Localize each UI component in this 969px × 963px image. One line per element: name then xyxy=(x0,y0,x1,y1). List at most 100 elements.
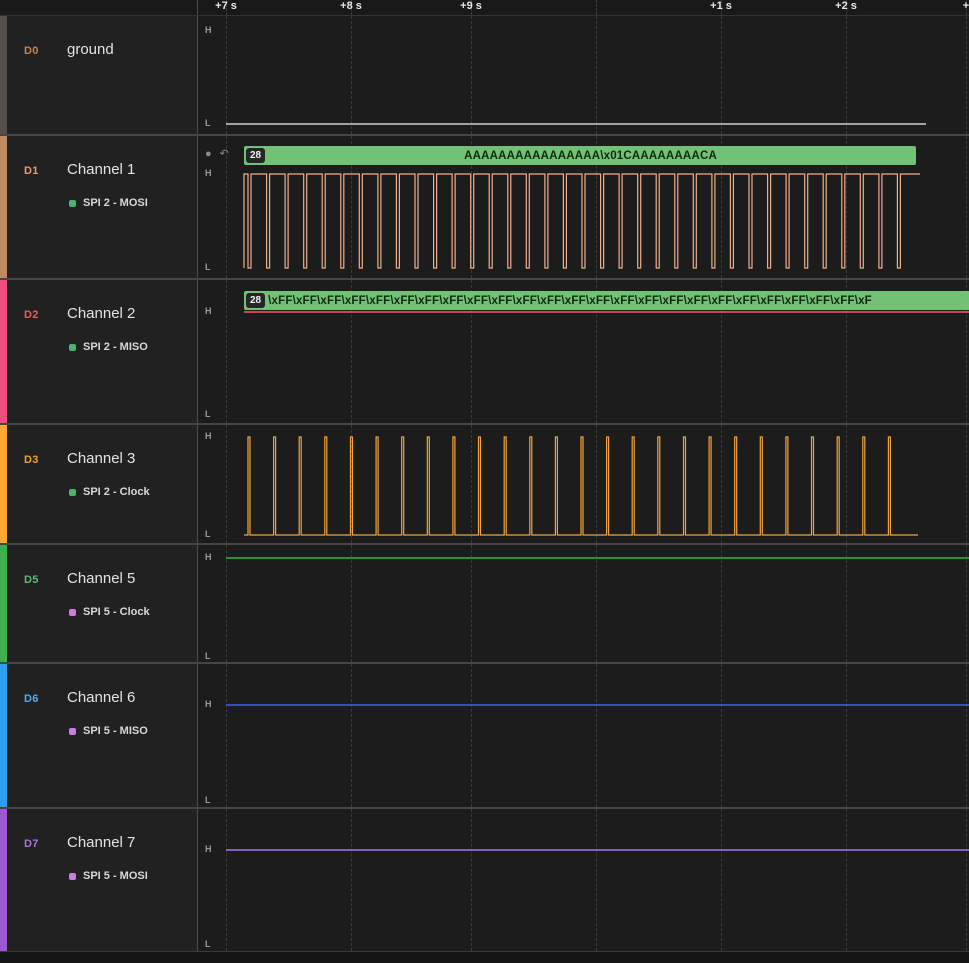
time-gridline xyxy=(596,0,597,15)
channel-accent-strip xyxy=(0,664,7,807)
low-level-label: L xyxy=(205,409,211,420)
analyzer-label: SPI 5 - Clock xyxy=(83,606,150,618)
channel-header-d6[interactable]: D6 Channel 6 SPI 5 - MISO xyxy=(0,664,197,807)
horizontal-scrollbar-area[interactable] xyxy=(0,951,969,963)
timeline-ruler: +7 s +8 s +9 s +1 s +2 s + xyxy=(0,0,969,15)
analyzer-chip[interactable]: SPI 2 - MISO xyxy=(69,341,148,353)
channel-accent-strip xyxy=(0,545,7,662)
channel-id-label: D7 xyxy=(24,838,39,850)
timeline-tick-label: +2 s xyxy=(835,0,857,12)
channel-header-d0[interactable]: D0 ground xyxy=(0,16,197,134)
analyzer-label: SPI 2 - MISO xyxy=(83,341,148,353)
ruler-corner xyxy=(0,0,197,15)
undo-arrow-icon[interactable]: ↶ xyxy=(220,147,229,160)
channel-name: Channel 7 xyxy=(67,834,135,851)
annotation-decoded-text: AAAAAAAAAAAAAAAA\x01CAAAAAAAACA xyxy=(265,150,916,162)
channel-name: Channel 1 xyxy=(67,161,135,178)
channel-name: Channel 5 xyxy=(67,570,135,587)
annotation-decoded-text: \xFF\xFF\xFF\xFF\xFF\xFF\xFF\xFF\xFF\xFF… xyxy=(268,295,969,307)
channel-name: ground xyxy=(67,41,114,58)
high-level-label: H xyxy=(205,306,212,317)
low-level-label: L xyxy=(205,795,211,806)
channel-header-d7[interactable]: D7 Channel 7 SPI 5 - MOSI xyxy=(0,809,197,951)
channel-id-label: D1 xyxy=(24,165,39,177)
annotation-byte-count-badge: 28 xyxy=(246,293,265,308)
channel-id-label: D6 xyxy=(24,693,39,705)
channel-header-d2[interactable]: D2 Channel 2 SPI 2 - MISO xyxy=(0,280,197,423)
analyzer-chip[interactable]: SPI 2 - MOSI xyxy=(69,197,148,209)
annotation-byte-count-badge: 28 xyxy=(246,148,265,163)
digital-waveform xyxy=(198,425,969,543)
digital-waveform xyxy=(198,809,969,951)
analyzer-dot-icon xyxy=(69,489,76,496)
analyzer-dot-icon xyxy=(69,200,76,207)
waveform-area-d6[interactable]: H L xyxy=(197,664,969,807)
analyzer-label: SPI 5 - MOSI xyxy=(83,870,148,882)
waveform-area-d7[interactable]: H L xyxy=(197,809,969,951)
waveform-area-d3[interactable]: H L xyxy=(197,425,969,543)
logic-analyzer-app: +7 s +8 s +9 s +1 s +2 s + D0 ground H L D1 C… xyxy=(0,0,969,962)
channel-header-d5[interactable]: D5 Channel 5 SPI 5 - Clock xyxy=(0,545,197,662)
timeline-tick-label: + xyxy=(963,0,969,12)
channel-row-d3: D3 Channel 3 SPI 2 - Clock H L xyxy=(0,423,969,543)
channel-id-label: D5 xyxy=(24,574,39,586)
spi-decode-annotation[interactable]: 28 AAAAAAAAAAAAAAAA\x01CAAAAAAAACA xyxy=(244,146,916,165)
high-level-label: H xyxy=(205,844,212,855)
high-level-label: H xyxy=(205,431,212,442)
analyzer-chip[interactable]: SPI 2 - Clock xyxy=(69,486,150,498)
timeline-tick-label: +8 s xyxy=(340,0,362,12)
channel-accent-strip xyxy=(0,136,7,278)
digital-waveform xyxy=(198,664,969,807)
waveform-area-d5[interactable]: H L xyxy=(197,545,969,662)
channel-name: Channel 6 xyxy=(67,689,135,706)
channel-id-label: D0 xyxy=(24,45,39,57)
channel-row-d5: D5 Channel 5 SPI 5 - Clock H L xyxy=(0,543,969,662)
analyzer-dot-icon xyxy=(69,344,76,351)
channel-header-d3[interactable]: D3 Channel 3 SPI 2 - Clock xyxy=(0,425,197,543)
digital-waveform xyxy=(198,545,969,662)
analyzer-chip[interactable]: SPI 5 - Clock xyxy=(69,606,150,618)
low-level-label: L xyxy=(205,262,211,273)
high-level-label: H xyxy=(205,168,212,179)
channel-name: Channel 3 xyxy=(67,450,135,467)
analyzer-label: SPI 5 - MISO xyxy=(83,725,148,737)
channel-accent-strip xyxy=(0,280,7,423)
low-level-label: L xyxy=(205,529,211,540)
channel-row-d0: D0 ground H L xyxy=(0,15,969,134)
high-level-label: H xyxy=(205,552,212,563)
timeline-tick-label: +7 s xyxy=(215,0,237,12)
channel-row-d1: D1 Channel 1 SPI 2 - MOSI ● ↶ 28 AAAAAAA… xyxy=(0,134,969,278)
channel-accent-strip xyxy=(0,16,7,134)
digital-waveform xyxy=(198,16,969,134)
channel-accent-strip xyxy=(0,809,7,951)
annotation-tools: ● ↶ xyxy=(205,147,229,160)
marker-dot-icon[interactable]: ● xyxy=(205,148,212,160)
analyzer-chip[interactable]: SPI 5 - MISO xyxy=(69,725,148,737)
high-level-label: H xyxy=(205,699,212,710)
channel-header-d1[interactable]: D1 Channel 1 SPI 2 - MOSI xyxy=(0,136,197,278)
waveform-area-d0[interactable]: H L xyxy=(197,16,969,134)
channel-id-label: D3 xyxy=(24,454,39,466)
channel-name: Channel 2 xyxy=(67,305,135,322)
high-level-label: H xyxy=(205,25,212,36)
waveform-area-d1[interactable]: ● ↶ 28 AAAAAAAAAAAAAAAA\x01CAAAAAAAACA H… xyxy=(197,136,969,278)
timeline-ruler-track[interactable]: +7 s +8 s +9 s +1 s +2 s + xyxy=(197,0,969,15)
analyzer-dot-icon xyxy=(69,873,76,880)
low-level-label: L xyxy=(205,939,211,950)
channel-accent-strip xyxy=(0,425,7,543)
channel-id-label: D2 xyxy=(24,309,39,321)
timeline-tick-label: +1 s xyxy=(710,0,732,12)
analyzer-dot-icon xyxy=(69,609,76,616)
low-level-label: L xyxy=(205,651,211,662)
channel-row-d6: D6 Channel 6 SPI 5 - MISO H L xyxy=(0,662,969,807)
analyzer-chip[interactable]: SPI 5 - MOSI xyxy=(69,870,148,882)
channel-row-d2: D2 Channel 2 SPI 2 - MISO 28 \xFF\xFF\xF… xyxy=(0,278,969,423)
analyzer-dot-icon xyxy=(69,728,76,735)
timeline-tick-label: +9 s xyxy=(460,0,482,12)
spi-decode-annotation[interactable]: 28 \xFF\xFF\xFF\xFF\xFF\xFF\xFF\xFF\xFF\… xyxy=(244,291,969,310)
channel-row-d7: D7 Channel 7 SPI 5 - MOSI H L xyxy=(0,807,969,951)
waveform-area-d2[interactable]: 28 \xFF\xFF\xFF\xFF\xFF\xFF\xFF\xFF\xFF\… xyxy=(197,280,969,423)
low-level-label: L xyxy=(205,118,211,129)
analyzer-label: SPI 2 - Clock xyxy=(83,486,150,498)
analyzer-label: SPI 2 - MOSI xyxy=(83,197,148,209)
